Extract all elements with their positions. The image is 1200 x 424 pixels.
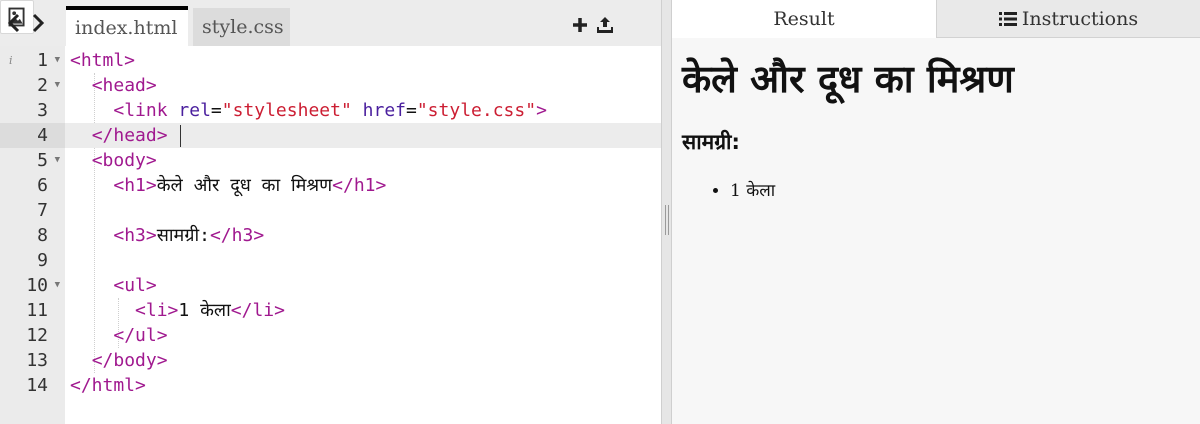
code-line[interactable]: <html>: [65, 48, 661, 73]
line-number-active: 4: [0, 123, 65, 148]
code-line[interactable]: <h3>सामग्री:</h3>: [65, 223, 661, 248]
line-number: 8: [37, 225, 48, 246]
chevron-right-icon[interactable]: [29, 12, 47, 34]
preview-list-item: 1 केला: [730, 178, 775, 201]
fold-arrow-icon: ▼: [54, 155, 60, 165]
code-editor-pane: index.html style.css 1 ▼ 2 ▼ 3 4 5 ▼ 6 7 8 …: [0, 0, 661, 424]
editor-toolbar: index.html style.css: [0, 0, 661, 46]
code-area[interactable]: <html> <head> <link rel="stylesheet" hre…: [65, 46, 661, 424]
fold-arrow-icon: ▼: [54, 280, 60, 290]
code-line[interactable]: <body>: [65, 148, 661, 173]
file-nav-arrows: [5, 12, 55, 36]
pane-splitter[interactable]: [661, 0, 672, 424]
code-line-active[interactable]: </head>: [65, 123, 661, 148]
line-number: 11: [26, 300, 48, 321]
code-line[interactable]: <li>1 केला</li>: [65, 298, 661, 323]
code-line[interactable]: </html>: [65, 373, 661, 398]
line-number: 2 ▼: [37, 75, 60, 96]
line-number: 10 ▼: [26, 275, 60, 296]
line-number-gutter: 1 ▼ 2 ▼ 3 4 5 ▼ 6 7 8 9 10 ▼ 11 12 13 14: [0, 46, 65, 424]
chevron-left-icon[interactable]: [5, 12, 23, 34]
list-icon: [998, 12, 1017, 26]
plus-icon[interactable]: [571, 16, 589, 34]
preview-frame: केले और दूध का मिश्रण सामग्री: 1 केला: [672, 38, 1200, 424]
line-number: 9: [37, 250, 48, 271]
result-tabs: Result Instructions: [672, 0, 1200, 38]
code-line[interactable]: </ul>: [65, 323, 661, 348]
code-line[interactable]: <h1>केले और दूध का मिश्रण</h1>: [65, 173, 661, 198]
result-pane: Result Instructions केले और दूध का मिश्र…: [672, 0, 1200, 424]
line-number: 5 ▼: [37, 150, 60, 171]
line-number: 14: [26, 375, 48, 396]
line-number: 7: [37, 200, 48, 221]
splitter-grip-icon[interactable]: [665, 205, 669, 235]
text-cursor: [180, 125, 181, 147]
fold-arrow-icon: ▼: [54, 80, 60, 90]
fold-arrow-icon: ▼: [54, 55, 60, 65]
code-line[interactable]: <link rel="stylesheet" href="style.css">: [65, 98, 661, 123]
code-line[interactable]: <head>: [65, 73, 661, 98]
line-number: 13: [26, 350, 48, 371]
preview-list: 1 केला: [712, 178, 775, 201]
code-line[interactable]: [65, 198, 661, 223]
code-line[interactable]: <ul>: [65, 273, 661, 298]
code-line[interactable]: </body>: [65, 348, 661, 373]
tab-index-html[interactable]: index.html: [66, 6, 188, 46]
tab-instructions-label: Instructions: [1021, 8, 1139, 30]
code-line[interactable]: [65, 248, 661, 273]
preview-heading: केले और दूध का मिश्रण: [682, 57, 1014, 101]
tab-style-css[interactable]: style.css: [193, 8, 290, 46]
line-number: 12: [26, 325, 48, 346]
upload-icon[interactable]: [596, 16, 614, 34]
line-number: 6: [37, 175, 48, 196]
preview-subheading: सामग्री:: [682, 130, 740, 154]
tab-instructions[interactable]: Instructions: [936, 0, 1200, 38]
line-number: 3: [37, 100, 48, 121]
tab-result[interactable]: Result: [672, 0, 936, 38]
info-icon: i: [9, 54, 13, 67]
